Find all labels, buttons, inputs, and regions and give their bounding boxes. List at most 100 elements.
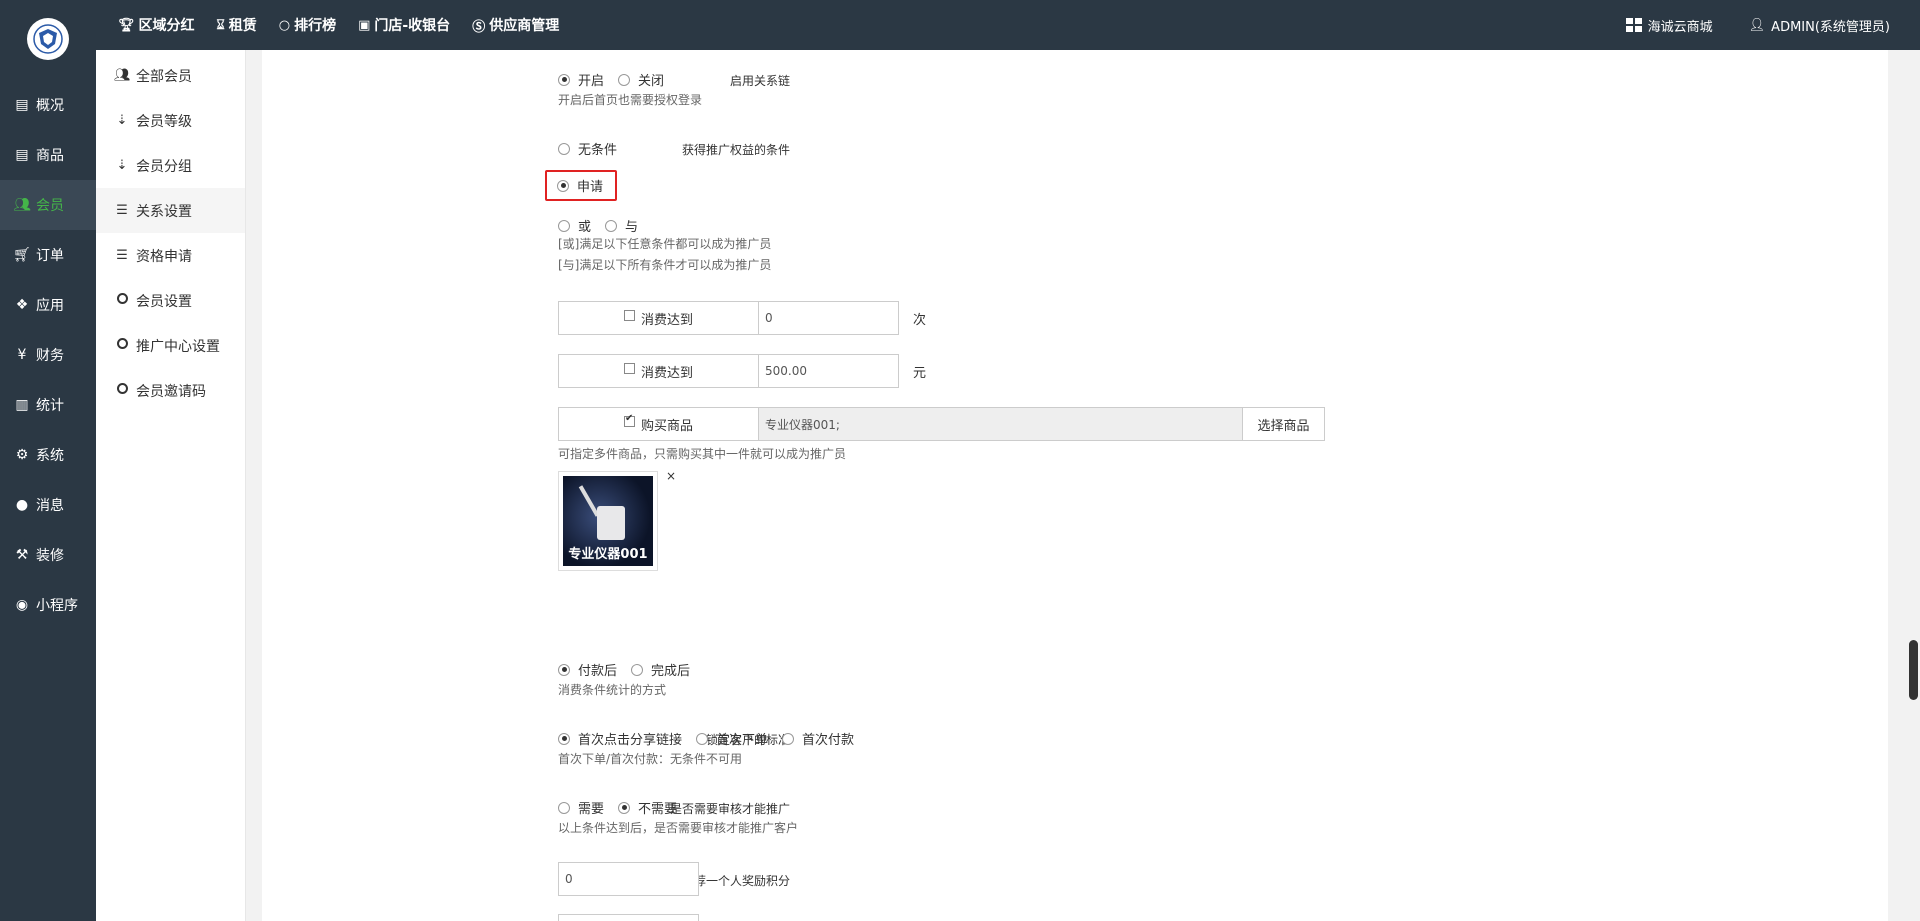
sidebar-item-decoration[interactable]: ⚒︎ 装修 (0, 530, 96, 580)
next-field-input[interactable] (558, 914, 699, 921)
radio-lock-first-order[interactable]: 首次下单 (696, 729, 768, 748)
radio-promo-apply[interactable]: 申请 (557, 176, 603, 195)
remove-product-icon[interactable]: × (666, 469, 676, 483)
apps-icon: ❖ (15, 297, 29, 313)
page-scrollbar[interactable] (1906, 50, 1920, 921)
top-right-area: 海诚云商城 👤︎ ADMIN(系统管理员) (1590, 0, 1890, 50)
sidebar-item-messages[interactable]: ● 消息 (0, 480, 96, 530)
wechat-icon: ◉ (15, 597, 29, 613)
radio-promo-none[interactable]: 无条件 (558, 139, 617, 158)
selected-goods-list: 专业仪器001 × (558, 469, 1325, 571)
consume-amount-input[interactable]: 500.00 (758, 354, 899, 388)
consume-amount-checkbox[interactable]: 消费达到 (558, 354, 758, 388)
buy-goods-help: 可指定多件商品，只需购买其中一件就可以成为推广员 (558, 447, 847, 461)
bar-chart-icon: ▥ (15, 397, 29, 413)
sliders-icon: ☰ (116, 248, 128, 263)
trophy-icon: 🏆︎ (118, 17, 135, 33)
sliders-icon: ☰ (116, 203, 128, 218)
sidebar-item-overview[interactable]: ▤ 概况 (0, 80, 96, 130)
sidebar-item-statistics[interactable]: ▥ 统计 (0, 380, 96, 430)
submenu-item-promo-center-settings[interactable]: 推广中心设置 (96, 323, 245, 368)
main-sidebar: ▤ 概况 ▤ 商品 👥︎ 会员 🛒︎ 订单 ❖ 应用 ¥ 财务 ▥ 统计 ⚙︎ 系统 ● 消息 ⚒… (0, 50, 96, 921)
checkbox-icon (623, 362, 635, 374)
product-thumbnail: 专业仪器001 (563, 476, 653, 566)
radio-lock-first-click[interactable]: 首次点击分享链接 (558, 729, 682, 748)
sidebar-item-apps[interactable]: ❖ 应用 (0, 280, 96, 330)
member-submenu: 👥︎ 全部会员 ⇣ 会员等级 ⇣ 会员分组 ☰ 关系设置 ☰ 资格申请 会员设置 推广中心… (96, 50, 246, 921)
submenu-item-relation-settings[interactable]: ☰ 关系设置 (96, 188, 245, 233)
relation-chain-label: 启用关系链 (729, 74, 790, 88)
store-switch[interactable]: 海诚云商城 (1625, 16, 1713, 35)
overview-icon: ▤ (15, 97, 29, 113)
radio-logic-or[interactable]: 或 (558, 216, 591, 235)
logic-and-help: [与]满足以下所有条件才可以成为推广员 (558, 258, 772, 272)
circle-icon (114, 338, 130, 353)
sidebar-item-finance[interactable]: ¥ 财务 (0, 330, 96, 380)
user-icon: 👤︎ (1748, 17, 1766, 33)
topnav-item-supplier[interactable]: Ⓢ 供应商管理 (472, 15, 559, 35)
top-nav-menu: 🏆︎ 区域分红 ⌛︎ 租赁 ○ 排行榜 ▣ 门店-收银台 Ⓢ 供应商管理 (118, 0, 581, 50)
submenu-item-invite-code[interactable]: 会员邀请码 (96, 368, 245, 413)
sort-alpha-icon: ⇣ (116, 158, 128, 173)
radio-stat-after-pay[interactable]: 付款后 (558, 660, 617, 679)
sidebar-item-goods[interactable]: ▤ 商品 (0, 130, 96, 180)
dashboard-icon (1625, 18, 1642, 32)
user-menu[interactable]: 👤︎ ADMIN(系统管理员) (1749, 16, 1890, 35)
cart-icon: 🛒︎ (13, 247, 31, 263)
topnav-item-store-cashier[interactable]: ▣ 门店-收银台 (358, 15, 450, 35)
sidebar-item-orders[interactable]: 🛒︎ 订单 (0, 230, 96, 280)
selected-product-card: 专业仪器001 (558, 471, 658, 571)
consume-times-unit: 次 (913, 312, 927, 328)
stat-method-help: 消费条件统计的方式 (558, 683, 667, 697)
sidebar-item-system[interactable]: ⚙︎ 系统 (0, 430, 96, 480)
users-icon: 👥︎ (13, 197, 31, 213)
radio-relation-chain-off[interactable]: 关闭 (618, 70, 664, 89)
top-navbar: 🏆︎ 区域分红 ⌛︎ 租赁 ○ 排行榜 ▣ 门店-收银台 Ⓢ 供应商管理 海诚云商城 👤︎… (0, 0, 1920, 50)
buy-goods-checkbox[interactable]: 购买商品 (558, 407, 758, 441)
circle-icon: ○ (278, 17, 291, 33)
relation-chain-help: 开启后首页也需要授权登录 (558, 93, 703, 107)
need-review-help: 以上条件达到后，是否需要审核才能推广客户 (558, 821, 799, 835)
scrollbar-thumb[interactable] (1909, 640, 1918, 700)
circle-icon (114, 383, 130, 398)
consume-times-checkbox[interactable]: 消费达到 (558, 301, 758, 335)
submenu-item-member-settings[interactable]: 会员设置 (96, 278, 245, 323)
select-goods-button[interactable]: 选择商品 (1243, 407, 1325, 441)
store-icon: ▣ (358, 17, 371, 33)
reward-points-input[interactable]: 0 (558, 862, 699, 896)
consume-times-input[interactable]: 0 (758, 301, 899, 335)
radio-review-not-required[interactable]: 不需要 (618, 798, 677, 817)
sidebar-item-miniprogram[interactable]: ◉ 小程序 (0, 580, 96, 630)
lock-customer-help: 首次下单/首次付款：无条件不可用 (558, 752, 743, 766)
sidebar-item-members[interactable]: 👥︎ 会员 (0, 180, 96, 230)
radio-stat-after-complete[interactable]: 完成后 (631, 660, 690, 679)
gavel-icon: ⚒︎ (15, 547, 29, 563)
topnav-item-regional-dividend[interactable]: 🏆︎ 区域分红 (118, 15, 195, 35)
radio-review-required[interactable]: 需要 (558, 798, 604, 817)
logo[interactable] (27, 18, 69, 60)
logic-or-help: [或]满足以下任意条件都可以成为推广员 (558, 237, 772, 251)
settings-form-panel: 启用关系链 开启 关闭 开启后首页也需要授权登录 获得推广权益的条件 无条件 申… (262, 50, 1888, 921)
submenu-item-all-members[interactable]: 👥︎ 全部会员 (96, 53, 245, 98)
submenu-item-member-levels[interactable]: ⇣ 会员等级 (96, 98, 245, 143)
circle-icon (114, 293, 130, 308)
skype-icon: Ⓢ (472, 19, 486, 35)
submenu-item-qualification-apply[interactable]: ☰ 资格申请 (96, 233, 245, 278)
radio-logic-and[interactable]: 与 (605, 216, 638, 235)
buy-goods-input: 专业仪器001; (758, 407, 1243, 441)
cogs-icon: ⚙︎ (15, 447, 29, 463)
topnav-item-ranking[interactable]: ○ 排行榜 (279, 15, 336, 35)
consume-amount-unit: 元 (913, 365, 927, 381)
users-icon: 👥︎ (114, 68, 131, 83)
comment-icon: ● (15, 497, 29, 513)
goods-icon: ▤ (15, 147, 29, 163)
highlight-apply-option: 申请 (545, 170, 618, 201)
yen-icon: ¥ (17, 347, 27, 363)
hourglass-icon: ⌛︎ (216, 17, 225, 33)
checkbox-checked-icon (623, 413, 635, 427)
submenu-item-member-groups[interactable]: ⇣ 会员分组 (96, 143, 245, 188)
radio-relation-chain-on[interactable]: 开启 (558, 70, 604, 89)
topnav-item-lease[interactable]: ⌛︎ 租赁 (217, 15, 257, 35)
promo-condition-label: 获得推广权益的条件 (681, 143, 790, 157)
radio-lock-first-pay[interactable]: 首次付款 (782, 729, 854, 748)
